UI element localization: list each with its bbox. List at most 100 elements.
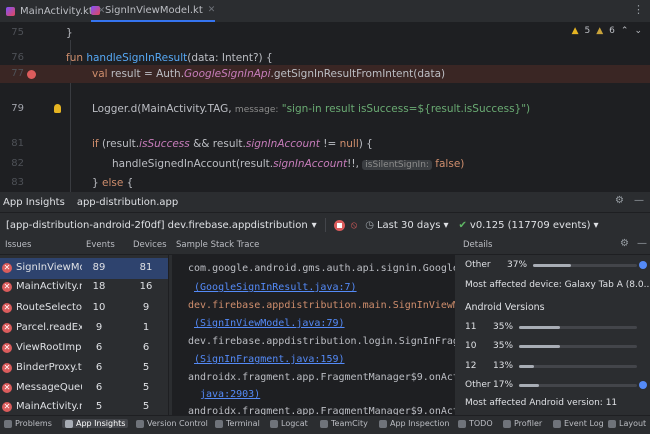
stack-frame: androidx.fragment.app.FragmentManager$9.… (188, 406, 455, 415)
stack-source-link[interactable]: (GoogleSignInResult.java:7) (194, 282, 357, 293)
tool-todo[interactable]: TODO (458, 419, 493, 428)
error-icon: ✕ (2, 383, 12, 393)
version-pct: 17% (493, 380, 514, 390)
minimize-icon[interactable]: — (634, 195, 644, 206)
version-label: 12 (465, 361, 477, 371)
issue-row[interactable]: ✕ MainActivity.na 5 5 (0, 397, 168, 415)
issue-events: 5 (95, 401, 103, 412)
version-pct: 35% (493, 322, 514, 332)
line-number: 79 (11, 103, 24, 114)
device-other-bar (533, 264, 637, 267)
code-text: } else { (92, 177, 134, 189)
most-affected-device: Most affected device: Galaxy Tab A (8.0.… (465, 280, 650, 290)
tool-problems[interactable]: Problems (4, 419, 52, 428)
scroll-indicator[interactable] (639, 261, 647, 269)
terminal-icon (215, 419, 223, 428)
chevron-down-icon[interactable]: ▾ (312, 220, 317, 231)
error-icon: ✕ (2, 363, 12, 373)
issue-devices: 6 (142, 342, 150, 353)
issue-row[interactable]: ✕ BinderProxy.tra 6 5 (0, 358, 168, 379)
code-line: 82 handleSignedInAccount(result.signInAc… (0, 155, 650, 173)
error-icon: ✕ (2, 303, 12, 313)
issue-name: MainActivity.na (16, 401, 82, 412)
tab-label: MainActivity.kt (20, 5, 93, 17)
tool-event-log[interactable]: Event Log (553, 419, 604, 428)
settings-icon[interactable]: ⚙ (615, 195, 624, 206)
col-issues: Issues (5, 240, 32, 250)
scroll-indicator[interactable] (639, 381, 647, 389)
issue-events: 10 (92, 302, 106, 313)
more-icon[interactable]: ⋮ (633, 3, 644, 16)
fatal-filter-icon[interactable]: ⦸ (351, 220, 358, 231)
col-stack-trace: Sample Stack Trace (176, 240, 260, 250)
column-headers: Issues Events Devices Sample Stack Trace… (0, 237, 650, 255)
line-number: 75 (11, 27, 24, 38)
col-details: Details (463, 240, 493, 250)
time-range-selector[interactable]: Last 30 days (377, 220, 441, 231)
version-pct: 35% (493, 341, 514, 351)
device-other-pct: 37% (507, 260, 528, 270)
issue-events: 89 (92, 262, 106, 273)
line-number: 77 (11, 68, 24, 79)
android-versions-title: Android Versions (465, 302, 545, 313)
stop-icon[interactable] (333, 219, 345, 231)
issue-name: SignInViewMod (16, 262, 82, 273)
bar-fill (533, 264, 572, 267)
issue-row[interactable]: ✕ ViewRootImpl.s 6 6 (0, 338, 168, 359)
bar-fill (519, 384, 540, 387)
app-insights-toolbar: [app-distribution-android-2f0df] dev.fir… (0, 212, 650, 238)
lightbulb-icon[interactable] (54, 104, 61, 113)
app-inspection-icon (379, 419, 387, 428)
minimize-icon[interactable]: — (637, 238, 647, 249)
version-selector[interactable]: v0.125 (117709 events) (470, 220, 591, 231)
issue-devices: 9 (142, 302, 150, 313)
issue-name: RouteSelector.n (16, 302, 82, 313)
version-label: Other (465, 380, 491, 390)
error-icon: ✕ (2, 343, 12, 353)
line-number: 81 (11, 138, 24, 149)
issue-row[interactable]: ✕ Parcel.readExc 9 1 (0, 318, 168, 339)
tool-logcat[interactable]: Logcat (270, 419, 308, 428)
issue-devices: 81 (139, 262, 153, 273)
panel-title: App Insights (3, 196, 65, 208)
tool-terminal[interactable]: Terminal (215, 419, 260, 428)
tool-app-insights[interactable]: App Insights (62, 419, 129, 428)
tab-label: SignInViewModel.kt (105, 4, 203, 16)
tool-profiler[interactable]: Profiler (503, 419, 542, 428)
issues-list: ✕ SignInViewMod 89 81 ✕ MainActivity.na … (0, 255, 169, 415)
stack-source-link[interactable]: (SignInViewModel.java:79) (194, 318, 345, 329)
issue-name: MessageQueue (16, 382, 82, 393)
code-line: 79 Logger.d(MainActivity.TAG, message: "… (0, 100, 650, 118)
logcat-icon (270, 419, 278, 428)
kotlin-file-icon (91, 5, 100, 15)
chevron-down-icon[interactable]: ▾ (593, 220, 598, 231)
issue-row[interactable]: ✕ RouteSelector.n 10 9 (0, 298, 168, 319)
issue-row[interactable]: ✕ MessageQueue 6 5 (0, 378, 168, 399)
tool-app-inspection[interactable]: App Inspection (379, 419, 450, 428)
stack-frame: com.google.android.gms.auth.api.signin.G… (188, 263, 455, 274)
issue-row[interactable]: ✕ MainActivity.na 18 16 (0, 277, 168, 298)
error-icon: ✕ (2, 402, 12, 412)
kotlin-file-icon (6, 6, 15, 16)
issue-devices: 16 (139, 281, 153, 292)
stack-source-link[interactable]: java:2903) (200, 389, 260, 400)
close-icon[interactable]: ✕ (208, 5, 216, 15)
code-editor[interactable]: ▲ 5 ▲ 6 ⌃ ⌄ 75 } 76 fun handleSignInResu… (0, 22, 650, 192)
issue-row[interactable]: ✕ SignInViewMod 89 81 (0, 258, 168, 279)
settings-icon[interactable]: ⚙ (620, 238, 629, 249)
editor-tab-bar: MainActivity.kt ✕ SignInViewModel.kt ✕ ⋮ (0, 0, 650, 23)
chevron-down-icon[interactable]: ▾ (443, 220, 448, 231)
stack-frame: androidx.fragment.app.FragmentManager$9.… (188, 372, 455, 383)
breakpoint-icon[interactable] (27, 70, 36, 79)
tool-version-control[interactable]: Version Control (136, 419, 208, 428)
code-text: Logger.d(MainActivity.TAG, message: "sig… (92, 103, 531, 115)
panel-subtitle-tab[interactable]: app-distribution.app (77, 197, 178, 208)
col-events: Events (86, 240, 115, 250)
tab-sign-in-view-model[interactable]: SignInViewModel.kt ✕ (91, 0, 216, 22)
tool-layout[interactable]: Layout (608, 419, 646, 428)
project-selector[interactable]: [app-distribution-android-2f0df] dev.fir… (6, 220, 308, 231)
stack-source-link[interactable]: (SignInFragment.java:159) (194, 354, 345, 365)
tool-teamcity[interactable]: TeamCity (320, 419, 368, 428)
col-devices: Devices (133, 240, 167, 250)
details-panel: Other 37% Most affected device: Galaxy T… (459, 255, 650, 415)
